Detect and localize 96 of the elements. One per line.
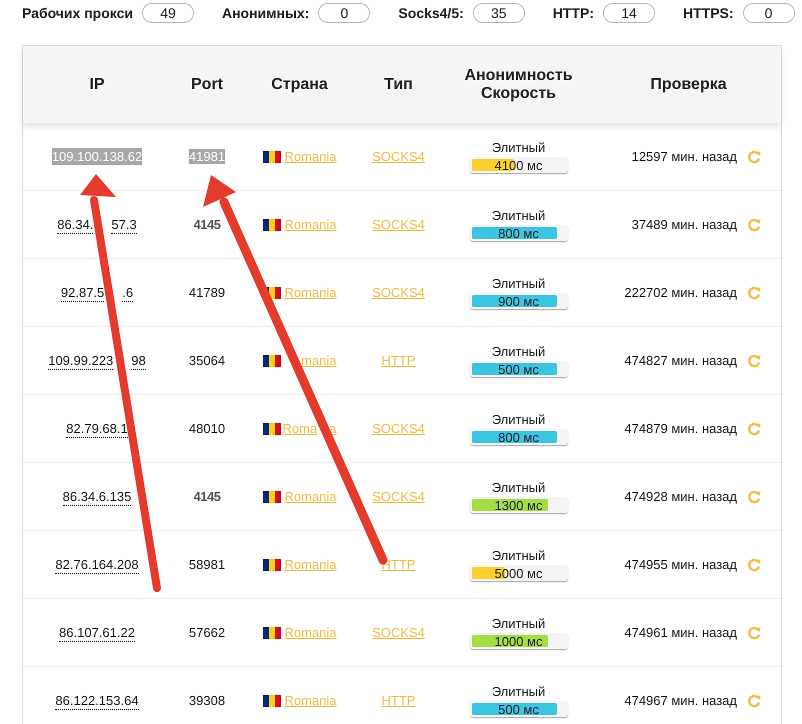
anonymity-level: Элитный (492, 208, 546, 223)
ip-address[interactable]: .6 (122, 284, 134, 302)
flag-icon (262, 694, 280, 706)
speed-value: 500 мс (498, 702, 539, 716)
country-link[interactable]: Roma (282, 421, 318, 436)
country-link[interactable]: Romania (284, 149, 336, 164)
anonymity-level: Элитный (492, 344, 546, 359)
check-time: 474827 мин. назад (624, 353, 737, 368)
refresh-icon[interactable] (747, 286, 761, 300)
anonymity-level: Элитный (492, 684, 546, 699)
flag-icon (262, 150, 280, 162)
ip-address[interactable]: 82.79.68.1 (66, 420, 128, 438)
port-number: 39308 (188, 693, 226, 708)
stat-count: 0 (318, 3, 370, 23)
anonymity-level: Элитный (492, 480, 546, 495)
port-number: 41981 (188, 149, 226, 164)
type-link[interactable]: HTTP (382, 693, 416, 708)
stat-label: Socks4/5: (398, 5, 464, 21)
refresh-icon[interactable] (747, 490, 761, 504)
flag-icon (262, 422, 280, 434)
ip-address[interactable]: 98 (131, 352, 146, 370)
column-header: Анонимность Скорость (463, 66, 574, 102)
ip-address[interactable]: 57.3 (111, 216, 137, 234)
refresh-icon[interactable] (747, 150, 761, 164)
check-time: 474961 мин. назад (624, 625, 737, 640)
stat-label: HTTP: (552, 5, 594, 21)
anonymity-level: Элитный (492, 140, 546, 155)
type-link[interactable]: SOCKS4 (372, 285, 425, 300)
country-link[interactable]: mania (301, 353, 336, 368)
ip-address[interactable]: 86.34. (57, 216, 94, 234)
column-header: Port (191, 76, 223, 94)
refresh-icon[interactable] (747, 558, 761, 572)
anonymity-level: Элитный (492, 616, 546, 631)
speed-value: 1300 мс (494, 498, 542, 512)
refresh-icon[interactable] (747, 694, 761, 708)
country-link[interactable]: Romania (284, 693, 336, 708)
refresh-icon[interactable] (747, 626, 761, 640)
speed-value: 1000 мс (494, 634, 542, 648)
port-number: 4145 (194, 489, 220, 504)
flag-icon (262, 354, 280, 366)
check-time: 12597 мин. назад (632, 149, 737, 164)
stat-count: 35 (472, 3, 525, 23)
check-time: 474955 мин. назад (624, 557, 737, 572)
flag-icon (262, 626, 280, 638)
stat-label: HTTPS: (682, 5, 734, 21)
type-link[interactable]: SOCKS4 (372, 149, 425, 164)
flag-icon (262, 558, 280, 570)
check-time: 474967 мин. назад (624, 693, 737, 708)
check-time: 474928 мин. назад (624, 489, 737, 504)
stat-count: 0 (742, 3, 795, 23)
type-link[interactable]: SOCKS4 (372, 625, 425, 640)
stat-count: 14 (602, 3, 655, 23)
type-link[interactable]: HTTP (382, 353, 416, 368)
stat-count: 49 (142, 3, 194, 23)
speed-value: 500 мс (498, 362, 539, 376)
ip-address[interactable]: 109.100.138.62 (52, 148, 142, 165)
type-link[interactable]: SOCKS4 (372, 421, 425, 436)
stat-label: Анонимных: (222, 5, 310, 21)
country-link[interactable]: Romania (284, 489, 336, 504)
refresh-icon[interactable] (747, 218, 761, 232)
ip-address[interactable]: 82.76.164.208 (55, 556, 139, 574)
column-header: Тип (384, 76, 413, 94)
port-number: 41789 (188, 285, 226, 300)
port-number: 4145 (194, 217, 220, 232)
speed-value: 800 мс (498, 226, 539, 240)
refresh-icon[interactable] (747, 422, 761, 436)
flag-icon (262, 490, 280, 502)
country-link[interactable]: Romania (284, 557, 336, 572)
ip-address[interactable]: 92.87.5 (60, 284, 104, 302)
column-header: Проверка (650, 76, 727, 94)
speed-value: 800 мс (498, 430, 539, 444)
anonymity-level: Элитный (492, 412, 546, 427)
country-link[interactable]: Romania (284, 285, 336, 300)
check-time: 37489 мин. назад (632, 217, 737, 232)
port-number: 57662 (188, 625, 226, 640)
column-header: Страна (271, 76, 328, 94)
refresh-icon[interactable] (747, 354, 761, 368)
flag-icon (262, 218, 280, 230)
speed-value: 900 мс (498, 294, 539, 308)
type-link[interactable]: SOCKS4 (372, 217, 425, 232)
port-number: 58981 (188, 557, 226, 572)
country-link[interactable]: Romania (284, 625, 336, 640)
anonymity-level: Элитный (492, 276, 546, 291)
port-number: 35064 (188, 353, 226, 368)
ip-address[interactable]: 86.107.61.22 (59, 624, 135, 642)
ip-address[interactable]: 86.122.153.64 (55, 692, 139, 710)
ip-address[interactable]: 86.34.6.135 (62, 488, 132, 506)
port-number: 48010 (188, 421, 226, 436)
column-header: IP (89, 76, 105, 94)
check-time: 474879 мин. назад (624, 421, 737, 436)
country-link[interactable]: Romania (284, 217, 336, 232)
type-link[interactable]: SOCKS4 (372, 489, 425, 504)
anonymity-level: Элитный (492, 548, 546, 563)
stat-label: Рабочих прокси (22, 5, 133, 21)
ip-address[interactable]: 109.99.223 (48, 352, 114, 370)
check-time: 222702 мин. назад (624, 285, 737, 300)
